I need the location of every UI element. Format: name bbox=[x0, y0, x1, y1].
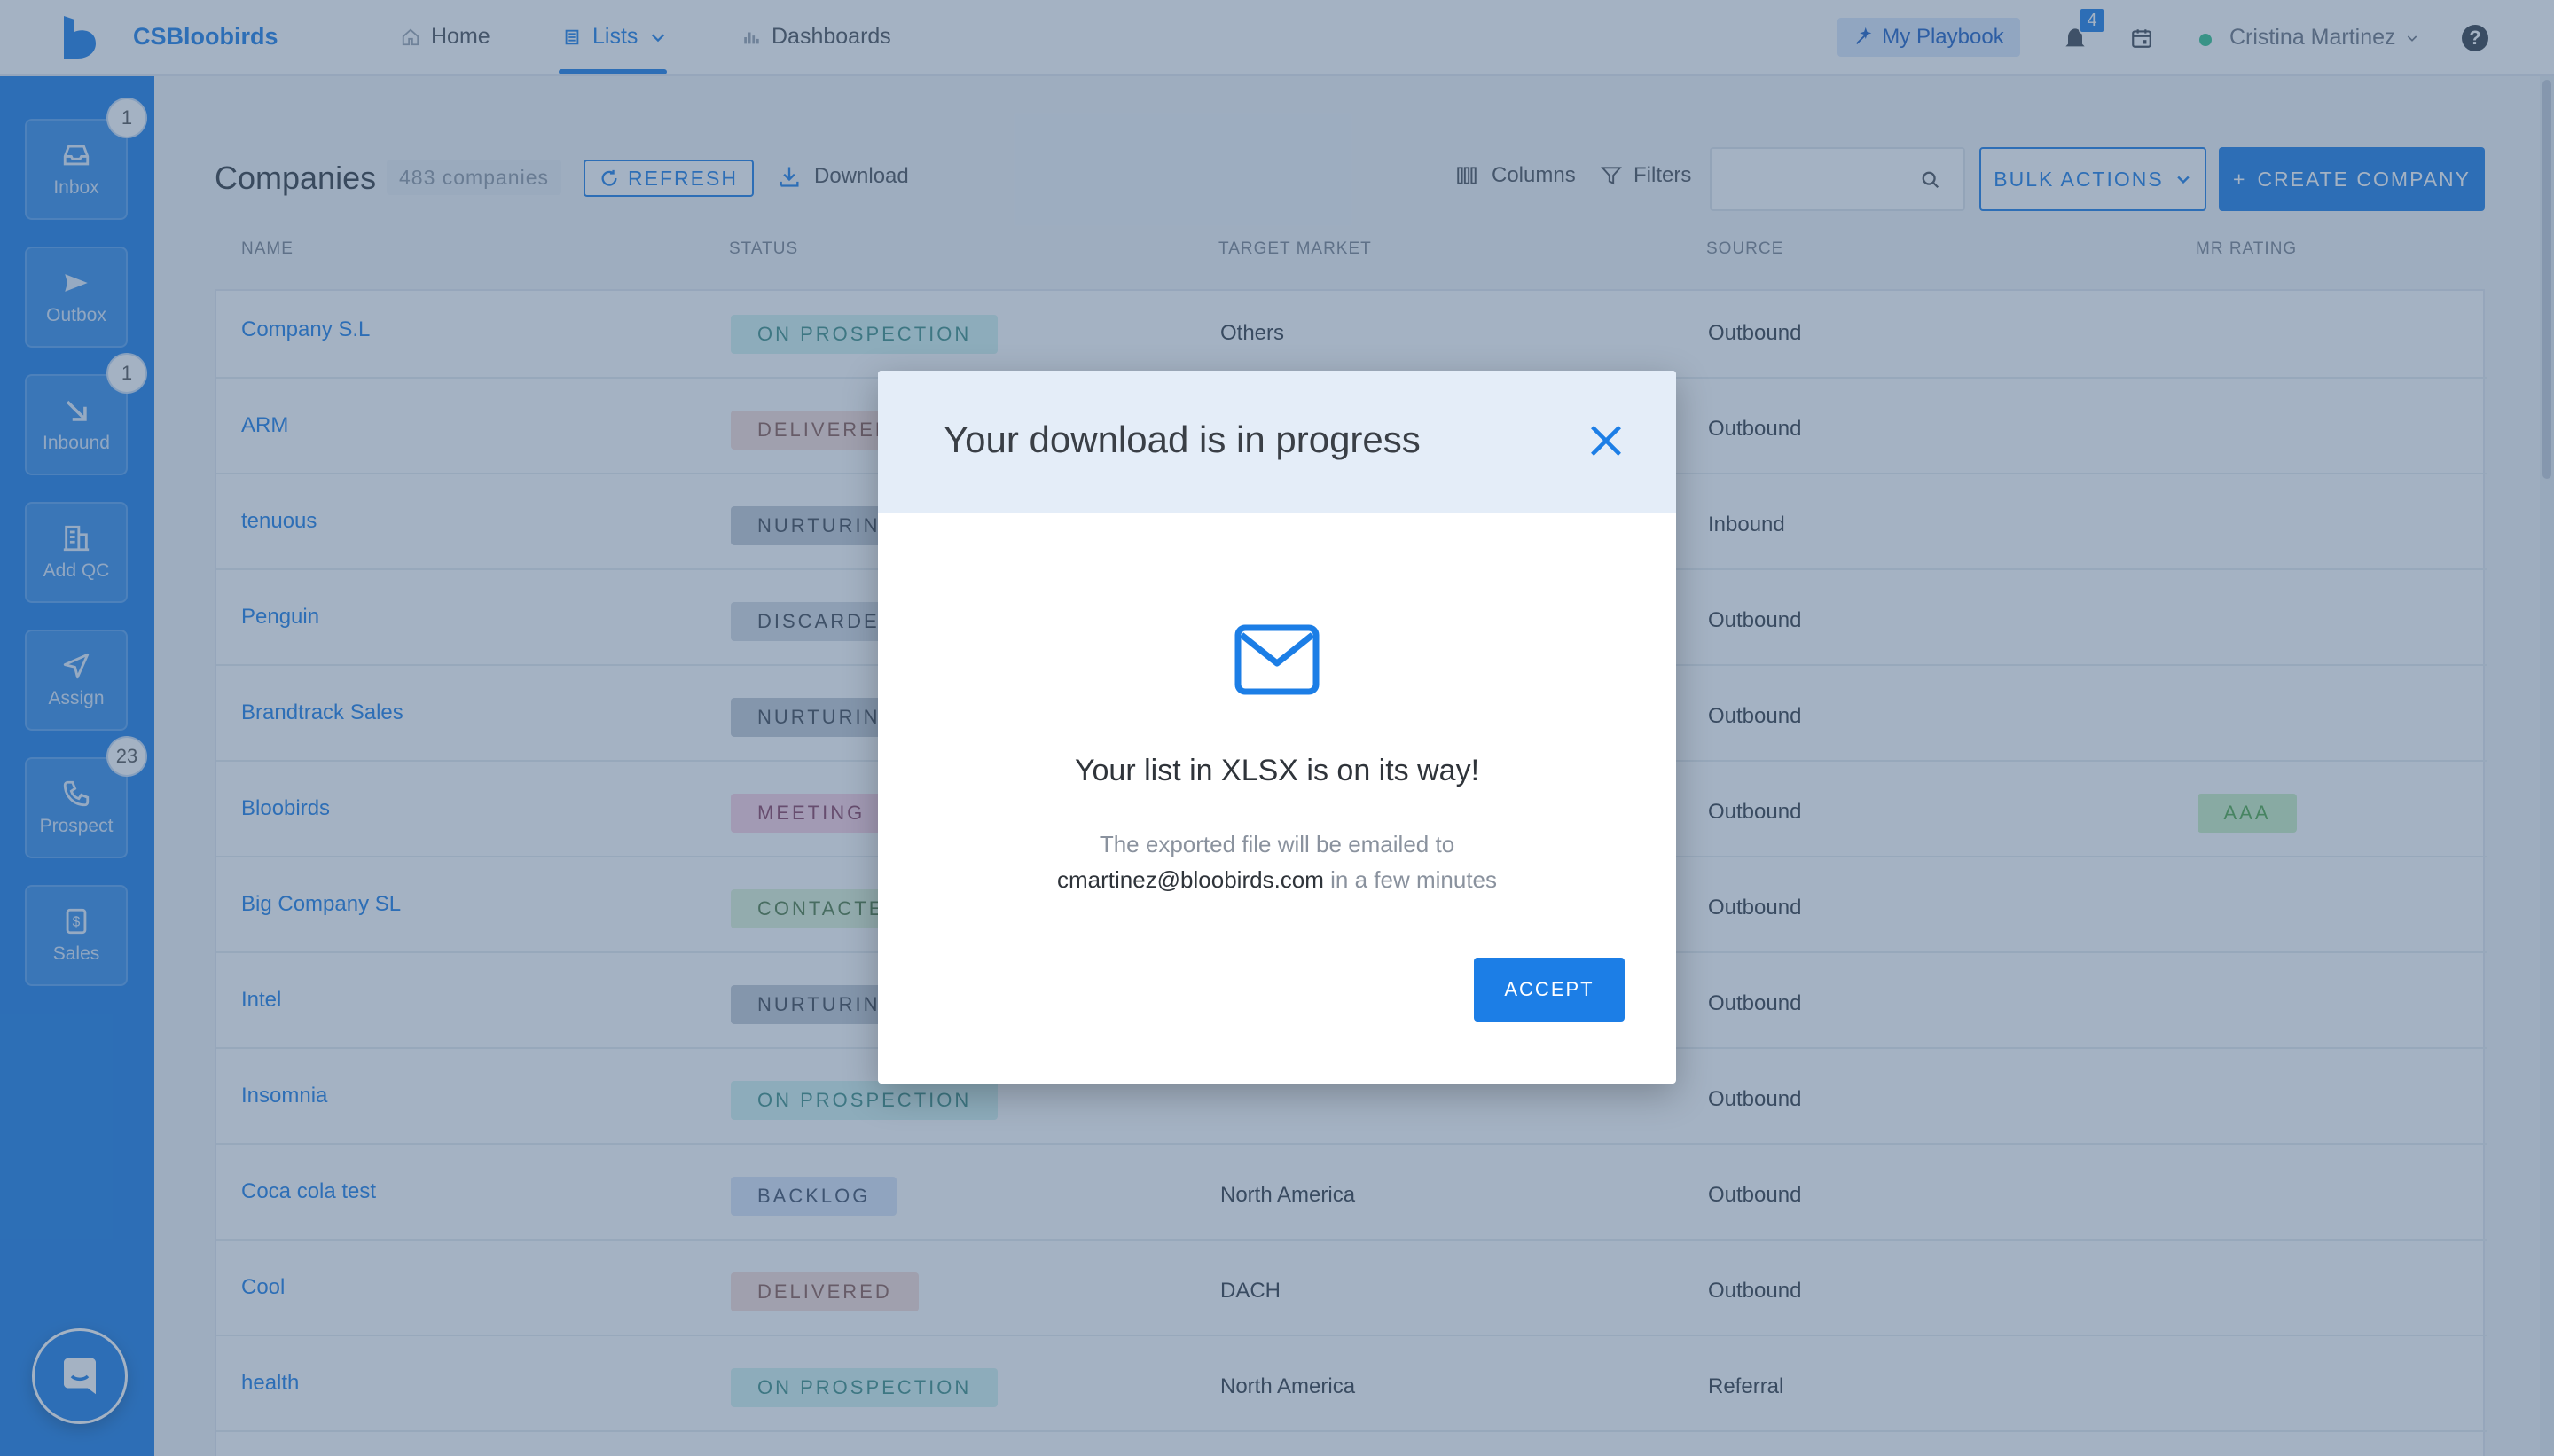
envelope-icon bbox=[1234, 624, 1320, 695]
close-icon[interactable] bbox=[1586, 420, 1626, 461]
dialog-title: Your download is in progress bbox=[944, 419, 1421, 460]
recipient-email: cmartinez@bloobirds.com bbox=[1056, 866, 1324, 893]
dialog-message-line-1: The exported file will be emailed to bbox=[1099, 831, 1455, 857]
dialog-message-suffix: in a few minutes bbox=[1330, 866, 1498, 893]
accept-button[interactable]: ACCEPT bbox=[1474, 958, 1625, 1022]
dialog-message: The exported file will be emailed to cma… bbox=[878, 826, 1676, 897]
dialog-header: Your download is in progress bbox=[878, 371, 1676, 513]
download-progress-dialog: Your download is in progress Your list i… bbox=[878, 371, 1676, 1084]
dialog-headline: Your list in XLSX is on its way! bbox=[1074, 754, 1480, 787]
dialog-message-line-2: cmartinez@bloobirds.com in a few minutes bbox=[878, 862, 1676, 897]
